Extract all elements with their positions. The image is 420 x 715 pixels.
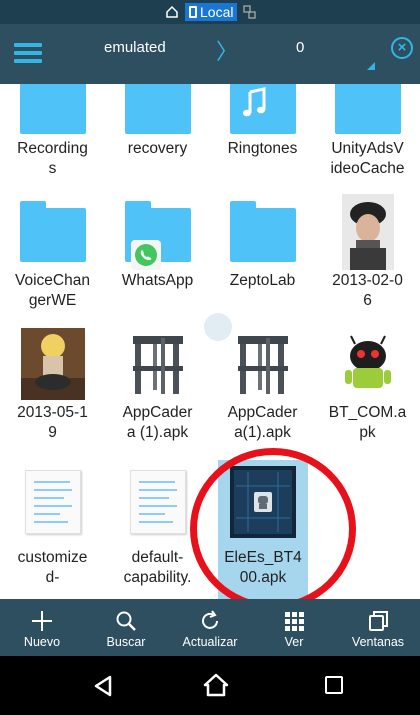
file-label: AppCader a (1).apk [122,404,193,441]
folder-icon [334,84,401,134]
file-label: AppCader a(1).apk [227,404,298,441]
refresh-label: Actualizar [182,635,238,649]
recent-apps-icon[interactable] [325,676,343,694]
home-outline-icon [166,5,178,18]
file-label: Recording s [17,140,88,177]
new-label: Nuevo [23,635,61,649]
file-item-2013-02-06[interactable]: 2013-02-0 6 [315,194,420,326]
file-label: UnityAdsV ideoCache [330,140,405,177]
file-item-bt-com-apk[interactable]: BT_COM.a pk [315,328,420,458]
search-button[interactable]: Buscar [84,599,168,656]
file-label: 2013-05-1 9 [17,404,88,441]
status-bar-center: Local [165,3,257,21]
file-item-customized[interactable]: customize d- [0,460,105,590]
view-label: Ver [284,635,304,649]
apk-thumbnail-stool [237,336,288,394]
file-grid: Recording s recovery Ringtones UnityAdsV i… [0,84,420,599]
refresh-button[interactable]: Actualizar [168,599,252,656]
file-label: Ringtones [227,140,298,157]
whatsapp-icon [131,240,161,270]
file-item-recovery[interactable]: recovery [105,84,210,214]
grid-icon [285,612,304,631]
file-label: customize d- [17,549,88,586]
back-icon[interactable] [93,675,113,697]
search-label: Buscar [106,635,146,649]
file-item-whatsapp[interactable]: WhatsApp [105,196,210,326]
dropdown-corner-icon[interactable] [367,62,375,70]
search-icon [116,611,136,631]
document-icon [24,470,81,534]
music-note-icon [240,86,270,120]
top-toolbar: emulated 〉 0 × [0,24,420,84]
file-item-appcadera-1-apk-b[interactable]: AppCader a(1).apk [210,328,315,458]
view-button[interactable]: Ver [252,599,336,656]
file-item-zeptolab[interactable]: ZeptoLab [210,196,315,326]
floating-touch-indicator [204,313,232,341]
home-icon[interactable] [203,673,229,697]
file-item-voicechangerwe[interactable]: VoiceChan gerWE [0,196,105,326]
network-icon[interactable] [243,5,257,19]
plus-icon [32,611,52,631]
file-label: WhatsApp [121,272,194,289]
device-icon [189,6,197,18]
new-button[interactable]: Nuevo [0,599,84,656]
image-thumbnail [20,328,85,400]
folder-icon [124,84,191,134]
system-nav-bar [0,656,420,715]
file-label: BT_COM.a pk [328,404,407,441]
file-label: VoiceChan gerWE [15,272,90,309]
highlight-circle [190,448,356,599]
path-segment[interactable]: emulated [104,39,166,56]
windows-icon [369,611,388,631]
file-item-appcadera-1-apk-a[interactable]: AppCader a (1).apk [105,328,210,458]
path-separator: 〉 [216,39,239,64]
file-label: ZeptoLab [229,272,296,289]
close-icon[interactable]: × [391,37,413,59]
file-label: recovery [127,140,188,157]
folder-icon [19,84,86,134]
menu-icon[interactable] [14,40,42,66]
folder-icon [229,201,296,262]
file-item-ringtones[interactable]: Ringtones [210,84,315,214]
file-item-recordings[interactable]: Recording s [0,84,105,214]
item-count: 0 [296,39,305,56]
status-bar: Local [0,0,420,24]
document-icon [129,470,186,534]
image-thumbnail [341,194,394,270]
file-item-2013-05-19[interactable]: 2013-05-1 9 [0,328,105,458]
apk-thumbnail-stool [132,336,183,394]
refresh-icon [202,610,218,629]
folder-icon [19,201,86,262]
file-label: 2013-02-0 6 [332,272,403,309]
bottom-action-bar: Nuevo Buscar Actualizar Ver Ventanas [0,599,420,656]
local-storage-tab[interactable]: Local [185,3,238,21]
windows-button[interactable]: Ventanas [336,599,420,656]
windows-label: Ventanas [351,635,405,649]
local-label: Local [200,4,234,20]
android-app-icon [344,335,391,388]
